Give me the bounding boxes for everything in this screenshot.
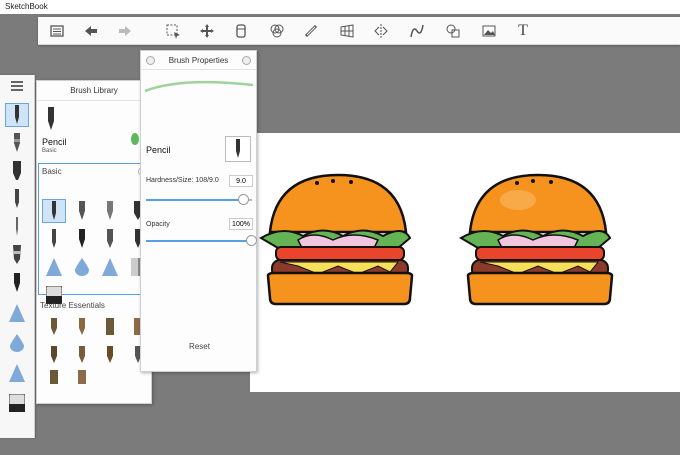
- brush-properties-name: Pencil: [146, 145, 171, 155]
- opacity-value[interactable]: 100%: [229, 218, 253, 230]
- current-brush-name: Pencil: [42, 137, 67, 147]
- brush-library-title: Brush Library: [37, 81, 151, 101]
- brush-airbrush-soft[interactable]: [98, 255, 122, 279]
- image-icon[interactable]: [478, 21, 500, 41]
- marker-tool-icon[interactable]: [5, 159, 29, 183]
- pencil-tool-icon[interactable]: [5, 103, 29, 127]
- texture-brush-1[interactable]: [42, 315, 66, 339]
- mirror-icon[interactable]: [370, 21, 392, 41]
- opacity-label: Opacity: [146, 221, 170, 228]
- select-icon[interactable]: [162, 21, 184, 41]
- brush-properties-panel: Brush Properties Pencil Hardness/Size: 1…: [140, 50, 257, 372]
- reset-button[interactable]: Reset: [141, 342, 258, 351]
- top-toolbar: T: [38, 17, 680, 45]
- texture-brush-2[interactable]: [70, 315, 94, 339]
- text-icon[interactable]: T: [512, 21, 534, 41]
- brush-library-panel: Brush Library Pencil Basic Basic Texture…: [36, 80, 152, 404]
- texture-brush-10[interactable]: [70, 369, 94, 385]
- brush-color-swatch[interactable]: [131, 133, 139, 145]
- symmetry-icon[interactable]: [266, 21, 288, 41]
- brush-airbrush-drop[interactable]: [70, 255, 94, 279]
- brush-stroke-preview: [144, 80, 254, 93]
- felt-tip-tool-icon[interactable]: [5, 187, 29, 211]
- texture-brush-7[interactable]: [98, 343, 122, 367]
- curve-icon[interactable]: [406, 21, 428, 41]
- group-label-basic: Basic: [42, 167, 62, 176]
- eraser-tool-icon[interactable]: [5, 391, 29, 415]
- smudge-tool-icon[interactable]: [5, 243, 29, 267]
- settings-icon[interactable]: [242, 56, 251, 65]
- texture-brush-6[interactable]: [70, 343, 94, 367]
- texture-brush-9[interactable]: [42, 369, 66, 385]
- ink-tool-icon[interactable]: [5, 271, 29, 295]
- list-icon[interactable]: [46, 21, 68, 41]
- brush-ballpoint[interactable]: [70, 199, 94, 223]
- reset-circle-icon[interactable]: [146, 56, 155, 65]
- opacity-slider[interactable]: [146, 235, 257, 246]
- triangle-brush-icon[interactable]: [5, 301, 29, 325]
- brush-library-toggle-icon[interactable]: [5, 78, 29, 94]
- texture-brush-5[interactable]: [42, 343, 66, 367]
- group-label-texture-essentials: Texture Essentials: [40, 301, 105, 310]
- shapes-icon[interactable]: [442, 21, 464, 41]
- ballpoint-tool-icon[interactable]: [5, 131, 29, 155]
- brush-airbrush-triangle[interactable]: [42, 255, 66, 279]
- brush-group-basic: Basic: [38, 163, 151, 304]
- brush-technical-pen[interactable]: [98, 199, 122, 223]
- layers-copy-icon[interactable]: [230, 21, 252, 41]
- drop-brush-icon[interactable]: [5, 331, 29, 355]
- brush-ink-pen[interactable]: [70, 227, 94, 251]
- ruler-icon[interactable]: [300, 21, 322, 41]
- perspective-icon[interactable]: [336, 21, 358, 41]
- texture-brush-3[interactable]: [98, 315, 122, 339]
- hardness-size-slider[interactable]: [146, 194, 252, 205]
- brush-pencil[interactable]: [42, 199, 66, 223]
- redo-icon[interactable]: [114, 21, 136, 41]
- brush-thumbnail[interactable]: [225, 136, 251, 162]
- current-brush-category: Basic: [42, 148, 57, 154]
- hardness-size-label: Hardness/Size: 108/9.0: [146, 177, 219, 184]
- brush-fine-liner[interactable]: [98, 227, 122, 251]
- hardness-size-value[interactable]: 9.0: [229, 175, 253, 187]
- burger-drawing-left: [259, 173, 414, 306]
- triangle-brush-2-icon[interactable]: [5, 361, 29, 385]
- brush-felt-pen[interactable]: [42, 227, 66, 251]
- brush-properties-title: Brush Properties: [168, 56, 229, 65]
- brush-palette-strip: [0, 75, 35, 438]
- current-brush-icon: [48, 107, 54, 130]
- move-icon[interactable]: [196, 21, 218, 41]
- airbrush-tool-icon[interactable]: [5, 215, 29, 239]
- brush-properties-header: Brush Properties: [141, 51, 256, 70]
- window-title: SketchBook: [0, 0, 680, 14]
- text-icon-glyph: T: [518, 22, 528, 39]
- burger-drawing-right: [459, 173, 614, 306]
- undo-icon[interactable]: [80, 21, 102, 41]
